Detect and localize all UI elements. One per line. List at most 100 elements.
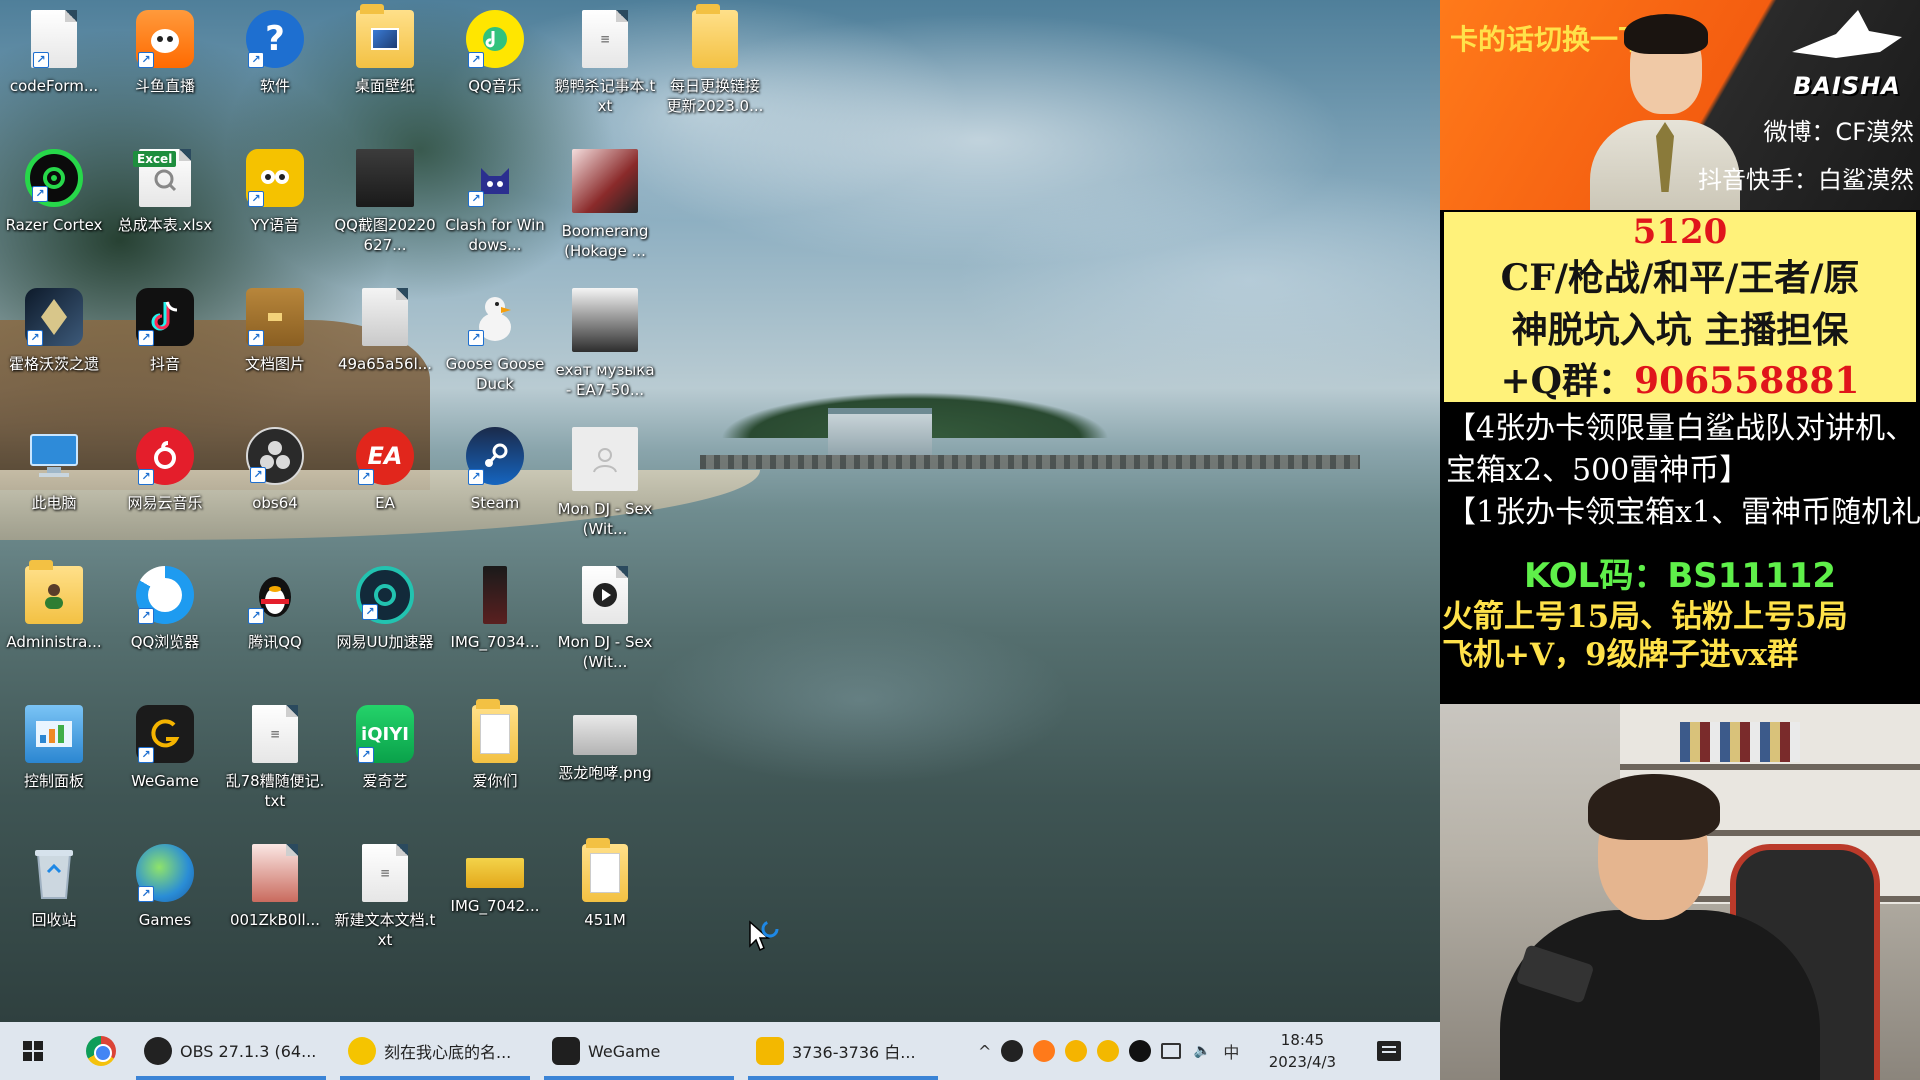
ea-icon: EA ↗ xyxy=(356,427,414,485)
game-icon: ↗ xyxy=(25,288,83,346)
desktop-icon-daily-link[interactable]: 每日更换链接更新2023.0... xyxy=(663,0,767,132)
excel-icon: Excel xyxy=(133,149,191,207)
taskbar-app-label: OBS 27.1.3 (64... xyxy=(180,1041,317,1061)
promo-line: 【1张办卡领宝箱x1、雷神币随机礼包】 xyxy=(1446,495,1920,530)
desktop-icon-dragon-roar[interactable]: 恶龙咆哮.png xyxy=(553,695,657,827)
desktop-icon-img-7042[interactable]: IMG_7042... xyxy=(443,834,547,966)
desktop-icon-games[interactable]: ↗ Games xyxy=(113,834,217,966)
desktop-icon-451m[interactable]: 451M xyxy=(553,834,657,966)
desktop-icon-label: 斗鱼直播 xyxy=(134,77,195,95)
desktop-icon-label: IMG_7034... xyxy=(450,633,540,651)
desktop-icon-ai-ni-men[interactable]: 爱你们 xyxy=(443,695,547,827)
ime-indicator[interactable]: 中 xyxy=(1223,1039,1239,1063)
desktop-icon-recycle-bin[interactable]: 回收站 xyxy=(2,834,106,966)
desktop-icon-steam[interactable]: ↗ Steam xyxy=(443,417,547,549)
excel-badge: Excel xyxy=(133,151,177,167)
start-button[interactable] xyxy=(0,1022,66,1080)
desktop-icon-new-text-document[interactable]: ≡ 新建文本文档.txt xyxy=(333,834,437,966)
desktop-icon-label: QQ浏览器 xyxy=(130,633,200,651)
taskbar-clock[interactable]: 18:45 2023/4/3 xyxy=(1257,1029,1347,1073)
qq-group-number: 906558881 xyxy=(1634,360,1860,402)
desktop-icon-netease-music[interactable]: ↗ 网易云音乐 xyxy=(113,417,217,549)
tray-yy-icon[interactable] xyxy=(1097,1040,1120,1062)
desktop-icon-label: QQ音乐 xyxy=(468,77,522,95)
taskbar-app-music[interactable]: 刻在我心底的名... xyxy=(340,1022,530,1080)
image-file-icon xyxy=(573,715,637,755)
desktop-icon-boomerang[interactable]: Boomerang (Hokage ... xyxy=(553,139,657,271)
taskbar-chrome[interactable] xyxy=(66,1022,136,1080)
desktop-icon-qq-screenshot[interactable]: QQ截图20220627... xyxy=(333,139,437,271)
desktop-icon-software[interactable]: ? ↗ 软件 xyxy=(223,0,327,132)
desktop-icon-qq-browser[interactable]: ↗ QQ浏览器 xyxy=(113,556,217,688)
image-file-icon xyxy=(252,844,298,902)
desktop-icon-mon-dj-media[interactable]: Mon DJ - Sex (Wit... xyxy=(553,556,657,688)
desktop-icon-razer-cortex[interactable]: ↗ Razer Cortex xyxy=(2,139,106,271)
wegame-icon: ↗ xyxy=(136,705,194,763)
desktop-icon-clash[interactable]: ↗ Clash for Windows... xyxy=(443,139,547,271)
desktop-icon-iqiyi[interactable]: iQIYI ↗ 爱奇艺 xyxy=(333,695,437,827)
razer-icon: ↗ xyxy=(25,149,83,207)
wooden-pier xyxy=(700,455,1360,469)
desktop-icon-control-panel[interactable]: 控制面板 xyxy=(2,695,106,827)
desktop-icon-img-7034[interactable]: IMG_7034... xyxy=(443,556,547,688)
image-file-icon xyxy=(572,288,638,352)
volume-icon[interactable]: 🔈 xyxy=(1191,1040,1213,1062)
ad-qq-group: +Q群：906558881 xyxy=(1444,356,1916,406)
desktop-icon-yy[interactable]: ↗ YY语音 xyxy=(223,139,327,271)
promo-line: 宝箱x2、500雷神币】 xyxy=(1446,453,1750,488)
desktop-icon-wegame[interactable]: ↗ WeGame xyxy=(113,695,217,827)
taskbar-app-label: 刻在我心底的名... xyxy=(384,1043,512,1062)
desktop-icon-this-pc[interactable]: 此电脑 xyxy=(2,417,106,549)
rank-rule-line: 火箭上号15局、钻粉上号5局 xyxy=(1442,599,1848,635)
desktop-icon-label: 控制面板 xyxy=(23,772,84,790)
notification-center-icon[interactable] xyxy=(1377,1041,1402,1061)
taskbar-app-wegame[interactable]: WeGame xyxy=(544,1022,734,1080)
stream-overlay-panel: 卡的话切换一下线路 BAISHA 微博：CF漠然 抖音快手：白鲨漠然 5120 … xyxy=(1440,0,1920,1080)
desktop-icon-hogwarts-legacy[interactable]: ↗ 霍格沃茨之遗 xyxy=(2,278,106,410)
desktop-icon-label: 001ZkB0ll... xyxy=(229,911,321,929)
desktop-icon-tencent-qq[interactable]: ↗ 腾讯QQ xyxy=(223,556,327,688)
desktop-icon-goose-goose-duck[interactable]: ↗ Goose Goose Duck xyxy=(443,278,547,410)
taskbar-app-yy[interactable]: 3736-3736 白... xyxy=(748,1022,938,1080)
desktop-icon-mon-dj-image[interactable]: Mon DJ - Sex (Wit... xyxy=(553,417,657,549)
desktop-icon-qq-music[interactable]: ↗ QQ音乐 xyxy=(443,0,547,132)
network-icon[interactable] xyxy=(1161,1043,1182,1059)
image-file-icon xyxy=(362,288,408,346)
image-file-icon xyxy=(483,566,507,624)
ea-logo-text: EA xyxy=(367,442,403,470)
wegame-icon xyxy=(552,1037,580,1065)
user-folder-icon xyxy=(25,560,83,624)
desktop-icon-codeform[interactable]: ↗ codeForm... xyxy=(2,0,106,132)
taskbar-app-obs[interactable]: OBS 27.1.3 (64... xyxy=(136,1022,326,1080)
recycle-bin-icon xyxy=(25,844,83,902)
control-panel-icon xyxy=(25,705,83,763)
tray-douyu-icon[interactable] xyxy=(1033,1040,1056,1062)
desktop-icon-001zkb0ll[interactable]: 001ZkB0ll... xyxy=(223,834,327,966)
desktop-icon-document-images[interactable]: ↗ 文档图片 xyxy=(223,278,327,410)
tray-overflow-chevron-icon[interactable]: ^ xyxy=(978,1042,991,1061)
desktop-icon-uu-accelerator[interactable]: ↗ 网易UU加速器 xyxy=(333,556,437,688)
tray-qq-icon[interactable] xyxy=(1129,1040,1152,1062)
desktop-icon-exat-music[interactable]: ехат музыка - EA7-50... xyxy=(553,278,657,410)
desktop-icon-wallpapers[interactable]: 桌面壁纸 xyxy=(333,0,437,132)
desktop-icon-goose-notes[interactable]: ≡ 鹅鸭杀记事本.txt xyxy=(553,0,657,132)
desktop-icon-douyu[interactable]: ↗ 斗鱼直播 xyxy=(113,0,217,132)
desktop-icon-administrator[interactable]: Administra... xyxy=(2,556,106,688)
desktop-icon-random-notes[interactable]: ≡ 乱78糟随便记.txt xyxy=(223,695,327,827)
tray-obs-icon[interactable] xyxy=(1001,1040,1024,1062)
desktop-icon-cost-sheet[interactable]: Excel 总成本表.xlsx xyxy=(113,139,217,271)
desktop-icon-label: Razer Cortex xyxy=(5,216,103,234)
desktop-icon-douyin[interactable]: ↗ 抖音 xyxy=(113,278,217,410)
tray-wegame-icon[interactable] xyxy=(1065,1040,1088,1062)
desktop-icon-49a65a56l[interactable]: 49a65a56l... xyxy=(333,278,437,410)
desktop-icon-label: Games xyxy=(138,911,192,929)
desktop-icon-obs64[interactable]: ↗ obs64 xyxy=(223,417,327,549)
desktop-icon-label: 乱78糟随便记.txt xyxy=(225,772,325,810)
kol-code: KOL码：BS11112 xyxy=(1523,556,1837,596)
desktop-icon-ea[interactable]: EA ↗ EA xyxy=(333,417,437,549)
iqiyi-logo-text: iQIYI xyxy=(361,723,409,745)
desktop-icon-label: Clash for Windows... xyxy=(445,216,545,254)
ad-guarantee-line: 神脱坑入坑 主播担保 xyxy=(1511,309,1849,351)
rank-rule-line: 飞机+V，9级牌子进vx群 xyxy=(1442,637,1799,673)
folder-icon xyxy=(692,4,738,68)
